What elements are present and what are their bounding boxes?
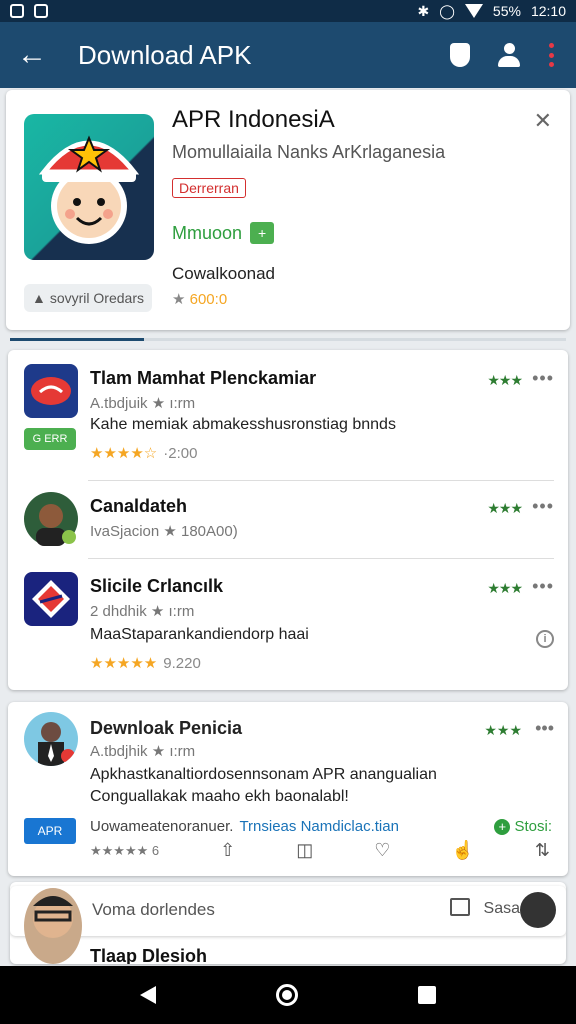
shield-icon[interactable]	[450, 43, 470, 67]
nav-home-icon[interactable]	[276, 984, 298, 1006]
app-thumb-icon	[24, 572, 78, 626]
post-title: Dewnloak Penicia	[90, 718, 243, 738]
list-item-rating: ★★★★★ 9.220	[90, 654, 201, 672]
save-icon[interactable]: ◫	[296, 840, 313, 861]
rating-count: ·2:00	[163, 445, 198, 462]
page-title: Download APK	[78, 39, 252, 70]
avatar	[24, 888, 82, 964]
next-item-title: Tlaap Dlesioh	[90, 946, 208, 964]
tab-indicator	[10, 338, 566, 341]
back-arrow-icon[interactable]: ←	[0, 22, 64, 88]
list-item-title: Tlam Mamhat Plenckamiar	[90, 368, 317, 388]
list-item[interactable]: Slicile Crlancılk 2 dhdhik ★ ı:rm MaaSta…	[8, 560, 568, 688]
source-link[interactable]: Trnsieas Namdiclac.tian	[239, 818, 399, 835]
rating-value: 600:0	[189, 291, 228, 308]
profile-icon[interactable]	[496, 43, 522, 67]
list-item-title: Slicile Crlancılk	[90, 576, 224, 596]
list-item-desc: Kahe memiak abmakesshusronstiag bnnds	[90, 416, 396, 433]
rating-count: 9.220	[163, 655, 201, 672]
user-avatar[interactable]	[520, 892, 556, 928]
list-item-title: Canaldateh	[90, 496, 188, 516]
more-options-icon[interactable]: •••	[532, 368, 554, 389]
heart-icon[interactable]: ♡	[374, 840, 390, 861]
more-options-icon[interactable]: •••	[532, 576, 554, 597]
post-body-line: Conguallakak maaho ekh baonalabl!	[90, 788, 349, 805]
divider	[88, 480, 554, 481]
share-icon[interactable]: ⇧	[220, 840, 235, 861]
system-nav-bar	[0, 966, 576, 1024]
stars-icon: ★★★★☆	[90, 445, 158, 462]
app-notification-icon	[34, 4, 48, 18]
divider	[88, 558, 554, 559]
verified-icon: +	[250, 222, 275, 244]
battery-level: 55%	[492, 3, 521, 19]
nav-recents-icon[interactable]	[418, 986, 436, 1004]
info-icon[interactable]: i	[536, 630, 554, 648]
reaction-bar: ★★★★★ 6 ⇧ ◫ ♡ ☝ ⇅	[90, 840, 550, 861]
app-thumb-icon	[24, 364, 78, 418]
orders-chip-label: sovyril Oredars	[49, 290, 144, 306]
app-bar: ← Download APK	[0, 22, 576, 88]
plus-icon: +	[494, 819, 511, 835]
follow-button[interactable]: + Stosi:	[494, 818, 552, 835]
comment-placeholder[interactable]: Voma dorlendes	[92, 900, 215, 920]
post-body: Apkhastkanaltiordosennsonam APR anangual…	[90, 764, 510, 808]
grade-stars: ★★★	[487, 500, 523, 516]
rating-row: ★ 600:0	[172, 290, 227, 308]
close-icon[interactable]: ✕	[534, 108, 552, 134]
thumbs-up-icon[interactable]: ☝	[451, 840, 473, 861]
repost-icon[interactable]: ⇅	[535, 840, 550, 861]
clock: 12:10	[530, 3, 566, 19]
developer-name: Mmuoon	[172, 222, 243, 243]
more-options-icon[interactable]: •••	[532, 496, 554, 517]
stars-icon: ★★★★★	[90, 655, 158, 672]
wifi-icon	[464, 4, 483, 18]
star-icon: ★	[172, 291, 186, 308]
bookmark-icon: ▲	[32, 290, 46, 306]
fireman-mascot-icon	[38, 135, 140, 244]
list-item-meta: 2 dhdhik ★ ı:rm	[90, 603, 195, 620]
orders-chip[interactable]: ▲ sovyril Oredars	[24, 284, 152, 312]
app-list: Tlam Mamhat Plenckamiar A.tbdjuik ★ ı:rm…	[8, 350, 568, 690]
publisher-logo: APR	[24, 818, 76, 844]
source-row: Uowameatenoranuer. Trnsieas Namdiclac.tia…	[90, 818, 399, 835]
notification-icon	[10, 4, 24, 18]
grade-stars: ★★★	[484, 722, 522, 738]
post-card: Dewnloak Penicia A.tbdjhik ★ ı:rm Apkhas…	[8, 702, 568, 876]
app-badge: G ERR	[24, 428, 76, 450]
status-bar: ✱ ◯ 55% 12:10	[0, 0, 576, 22]
app-name: APR IndonesiA	[172, 106, 335, 133]
list-item[interactable]: Canaldateh IvaSjacion ★ 180A00) ★★★ •••	[8, 482, 568, 558]
send-label[interactable]: Sasa	[484, 900, 520, 918]
comment-card: Voma dorlendes Sasa Tlaap Dlesioh	[10, 882, 566, 964]
follow-label: Stosi:	[514, 818, 552, 835]
category-tag[interactable]: Derrerran	[172, 178, 246, 198]
overflow-menu-icon[interactable]	[548, 43, 554, 67]
grade-stars: ★★★	[487, 372, 523, 388]
app-detail-card: ▲ sovyril Oredars APR IndonesiA ✕ Momull…	[6, 90, 570, 330]
list-item-rating: ★★★★☆ ·2:00	[90, 444, 197, 462]
list-item-desc: MaaStaparankandiendorp haai	[90, 626, 309, 643]
grade-stars: ★★★	[487, 580, 523, 596]
more-options-icon[interactable]: •••	[535, 718, 554, 739]
list-item-meta: A.tbdjuik ★ ı:rm	[90, 395, 196, 412]
app-subtitle: Momullaiaila Nanks ArKrlaganesia	[172, 142, 446, 162]
send-icon[interactable]	[450, 898, 470, 916]
post-body-line: Apkhastkanaltiordosennsonam APR anangual…	[90, 766, 437, 783]
list-item[interactable]: Tlam Mamhat Plenckamiar A.tbdjuik ★ ı:rm…	[8, 350, 568, 478]
list-item-meta: IvaSjacion ★ 180A00)	[90, 523, 238, 540]
source-prefix: Uowameatenoranuer.	[90, 818, 234, 835]
bluetooth-icon: ✱	[417, 2, 430, 19]
alarm-icon: ◯	[439, 2, 455, 19]
nav-back-icon[interactable]	[140, 986, 156, 1004]
developer-row[interactable]: Mmuoon +	[172, 222, 275, 244]
downloads-label: Cowalkoonad	[172, 264, 276, 283]
avatar[interactable]	[24, 712, 78, 766]
avatar	[24, 492, 78, 546]
app-icon[interactable]	[24, 114, 154, 260]
mini-rating: ★★★★★ 6	[90, 842, 160, 858]
post-meta: A.tbdjhik ★ ı:rm	[90, 743, 196, 760]
